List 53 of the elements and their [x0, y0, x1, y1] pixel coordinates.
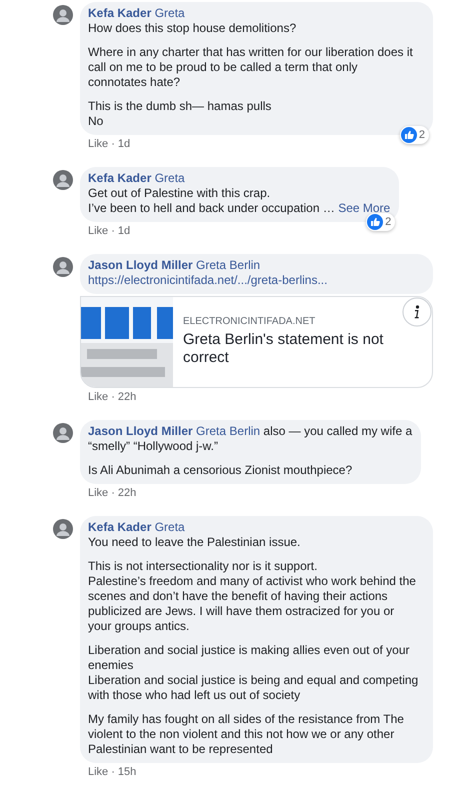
- comment-text: Where in any charter that has written for our liberation does it call on me to be proud to be called a term that only connotates hate?: [88, 45, 413, 89]
- author-link[interactable]: Kefa Kader: [88, 6, 152, 20]
- like-link[interactable]: Like: [88, 766, 108, 778]
- comment-text: “smelly” “Hollywood j-w.”: [88, 439, 218, 453]
- comment-text: How does this stop house demolitions?: [88, 21, 296, 35]
- avatar-icon: [53, 5, 73, 25]
- avatar-icon: [53, 423, 73, 443]
- separator-dot: ·: [111, 487, 115, 499]
- comment-text: Liberation and social justice is making allies even out of your enemies Liberation and social justice is being and equal and competing with those who had left us out of society: [88, 643, 418, 702]
- separator-dot: ·: [111, 391, 115, 403]
- like-link[interactable]: Like: [88, 225, 108, 237]
- comment-time[interactable]: 1d: [118, 138, 130, 150]
- reaction-count: 2: [418, 129, 425, 141]
- link-domain: ELECTRONICINTIFADA.NET: [183, 316, 316, 327]
- thumbs-up-icon: [367, 214, 384, 230]
- reaction-badge[interactable]: 2: [366, 213, 396, 231]
- comment-text: Get out of Palestine with this crap. I’ve been to hell and back under occupation …: [88, 186, 335, 215]
- mention-link[interactable]: Greta: [154, 6, 185, 20]
- separator-dot: ·: [111, 766, 115, 778]
- mention-link[interactable]: Greta: [154, 520, 185, 534]
- author-link[interactable]: Jason Lloyd Miller: [88, 424, 193, 438]
- comment-text: Is Ali Abunimah a censorious Zionist mouthpiece?: [88, 463, 352, 477]
- comment-time[interactable]: 1d: [118, 225, 130, 237]
- mention-link[interactable]: Greta Berlin: [196, 258, 260, 272]
- avatar-icon: [53, 257, 73, 277]
- mention-link[interactable]: Greta Berlin: [196, 424, 260, 438]
- comment-text: This is not intersectionality nor is it support. Palestine’s freedom and many of activist who work behind the scenes and don’t have the benefit of having their actions publicized are Jews. I will have them ostracized for you or your groups antics.: [88, 559, 416, 633]
- comment-text: You need to leave the Palestinian issue.: [88, 535, 300, 549]
- comment-time[interactable]: 15h: [118, 766, 136, 778]
- mention-link[interactable]: Greta: [154, 171, 185, 185]
- separator-dot: ·: [111, 225, 115, 237]
- reaction-count: 2: [385, 216, 392, 228]
- comment-text: This is the dumb sh— hamas pulls No: [88, 99, 272, 128]
- see-more-link[interactable]: See More: [338, 201, 390, 215]
- author-link[interactable]: Kefa Kader: [88, 171, 152, 185]
- info-icon: [402, 297, 432, 327]
- thumbs-up-icon: [400, 127, 417, 143]
- reaction-badge[interactable]: 2: [400, 126, 429, 144]
- separator-dot: ·: [111, 138, 115, 150]
- comment-time[interactable]: 22h: [118, 487, 136, 499]
- comment-text: My family has fought on all sides of the resistance from The violent to the non violent and this not how we or any other Palestinian want to be represented: [88, 712, 404, 756]
- like-link[interactable]: Like: [88, 391, 108, 403]
- avatar-icon: [53, 519, 73, 539]
- comment-text: also — you called my wife a: [263, 424, 412, 438]
- author-link[interactable]: Jason Lloyd Miller: [88, 258, 193, 272]
- link-preview-card[interactable]: ELECTRONICINTIFADA.NET Greta Berlin's statement is not correct: [80, 296, 433, 388]
- author-link[interactable]: Kefa Kader: [88, 520, 152, 534]
- comment-time[interactable]: 22h: [118, 391, 136, 403]
- link-url[interactable]: https://electronicintifada.net/.../greta-berlins...: [88, 273, 424, 288]
- avatar-icon: [53, 170, 73, 190]
- like-link[interactable]: Like: [88, 138, 108, 150]
- like-link[interactable]: Like: [88, 487, 108, 499]
- link-title[interactable]: Greta Berlin's statement is not correct: [183, 331, 384, 367]
